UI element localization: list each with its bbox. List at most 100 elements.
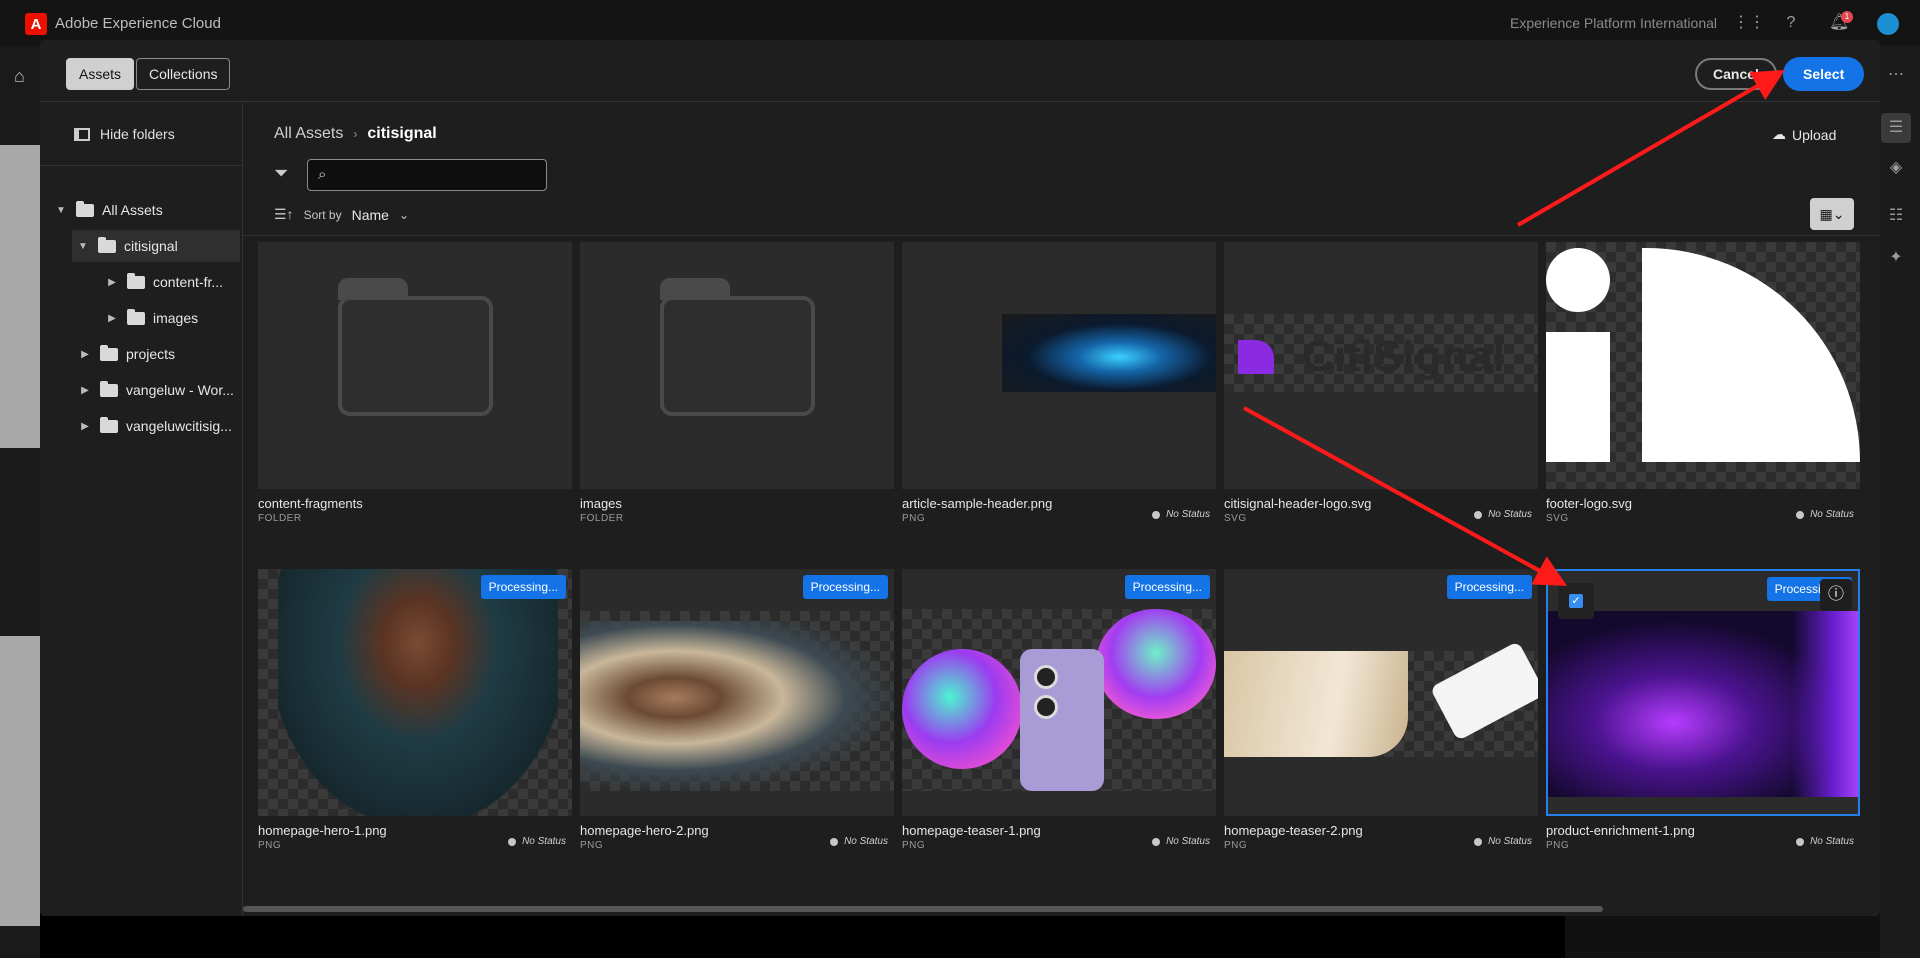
hide-folders-button[interactable]: Hide folders	[74, 126, 175, 142]
image-preview	[278, 569, 558, 816]
tree-item-all-assets[interactable]: ▼ All Assets	[54, 194, 163, 226]
breadcrumb: All Assets › citisignal	[274, 125, 437, 143]
image-preview	[1548, 611, 1858, 797]
asset-thumbnail[interactable]: Processing...	[902, 569, 1216, 816]
sort-direction-icon[interactable]: ☰↑	[274, 206, 294, 223]
upload-button[interactable]: ☁ Upload	[1772, 126, 1836, 143]
image-preview	[580, 611, 894, 791]
org-switcher[interactable]: Experience Platform International	[1510, 15, 1717, 31]
folder-icon	[127, 272, 145, 289]
asset-thumbnail[interactable]: Processing...	[258, 569, 572, 816]
asset-name: article-sample-header.png	[902, 496, 1053, 511]
divider	[243, 235, 1880, 236]
status-dot	[1474, 510, 1483, 519]
grid-view-toggle[interactable]: ▦⌄	[1810, 198, 1854, 230]
checklist-icon[interactable]: ☷	[1881, 201, 1911, 231]
tree-item-label: vangeluwcitisig...	[126, 418, 232, 434]
info-icon[interactable]: ⓘ	[1820, 579, 1852, 611]
tree-item-projects[interactable]: ▶ projects	[78, 338, 175, 370]
status-badge: No Status	[830, 836, 888, 847]
asset-type: SVG	[1224, 513, 1247, 524]
horizontal-scrollbar[interactable]	[243, 906, 1603, 912]
select-button[interactable]: Select	[1783, 57, 1865, 91]
background-panel	[0, 636, 40, 926]
filter-icon[interactable]: ⏷	[274, 163, 288, 184]
folder-icon	[660, 278, 815, 416]
status-dot	[1152, 837, 1161, 846]
status-dot	[1152, 510, 1161, 519]
apps-grid-icon[interactable]: ⋮⋮	[1733, 13, 1765, 33]
selection-checkbox[interactable]: ✓	[1558, 583, 1594, 619]
asset-type: PNG	[258, 840, 282, 851]
chevron-down-icon[interactable]: ⌄	[399, 208, 409, 222]
asset-thumbnail[interactable]: CitiSignal	[1224, 242, 1538, 489]
sort-field-select[interactable]: Name	[352, 207, 389, 223]
adobe-logo-icon[interactable]: A	[25, 13, 47, 35]
cancel-button[interactable]: Cancel	[1695, 58, 1777, 90]
image-preview	[1002, 314, 1216, 392]
processing-badge: Processing...	[1124, 575, 1210, 599]
search-field[interactable]: ⌕	[307, 159, 547, 191]
folder-icon	[98, 236, 116, 253]
magic-wand-icon[interactable]: ✦	[1881, 243, 1911, 273]
image-preview	[1224, 641, 1538, 757]
app-title: Adobe Experience Cloud	[55, 15, 221, 32]
tree-item-label: images	[153, 310, 199, 326]
search-input[interactable]	[342, 164, 538, 186]
home-icon[interactable]: ⌂	[14, 66, 25, 87]
asset-thumbnail[interactable]: Processing...	[1224, 569, 1538, 816]
asset-name: content-fragments	[258, 496, 363, 511]
asset-selector-dialog: Assets Collections Cancel Select Hide fo…	[40, 40, 1880, 916]
folder-icon	[100, 344, 118, 361]
folder-icon	[100, 416, 118, 433]
asset-thumbnail[interactable]	[902, 242, 1216, 489]
tree-item-label: content-fr...	[153, 274, 224, 290]
asset-name: footer-logo.svg	[1546, 496, 1632, 511]
panel-toggle-icon	[74, 127, 90, 141]
chevron-right-icon[interactable]: ▶	[78, 385, 92, 396]
folder-icon	[100, 380, 118, 397]
chevron-right-icon[interactable]: ▶	[78, 349, 92, 360]
breadcrumb-root[interactable]: All Assets	[274, 125, 343, 143]
tree-item-vangeluw-wor[interactable]: ▶ vangeluw - Wor...	[78, 374, 234, 406]
status-dot	[830, 837, 839, 846]
folder-thumbnail[interactable]	[258, 242, 572, 489]
layers-icon[interactable]: ◈	[1881, 153, 1911, 183]
folder-thumbnail[interactable]	[580, 242, 894, 489]
asset-thumbnail[interactable]: Processing...	[580, 569, 894, 816]
status-label: No Status	[1166, 836, 1210, 847]
tree-item-label: citisignal	[124, 238, 178, 254]
sort-by-label: Sort by	[303, 207, 342, 222]
processing-badge: Processing...	[480, 575, 566, 599]
asset-type: FOLDER	[580, 513, 624, 524]
more-icon[interactable]: ⋯	[1881, 60, 1911, 90]
properties-icon[interactable]: ☰	[1881, 113, 1911, 143]
tree-item-citisignal[interactable]: ▼ citisignal	[72, 230, 240, 262]
hide-folders-label: Hide folders	[100, 126, 175, 142]
image-preview: CitiSignal	[1224, 314, 1538, 392]
help-icon[interactable]: ?	[1781, 13, 1801, 33]
search-icon: ⌕	[318, 166, 327, 183]
citisignal-logo-icon	[1238, 340, 1274, 374]
status-badge: No Status	[1152, 509, 1210, 520]
status-badge: No Status	[508, 836, 566, 847]
chevron-right-icon[interactable]: ▶	[105, 313, 119, 324]
asset-name: homepage-hero-2.png	[580, 823, 709, 838]
tab-collections[interactable]: Collections	[136, 58, 231, 90]
tree-item-vangeluwcitisig[interactable]: ▶ vangeluwcitisig...	[78, 410, 232, 442]
tab-assets[interactable]: Assets	[66, 58, 135, 90]
status-label: No Status	[1488, 509, 1532, 520]
asset-thumbnail[interactable]	[1546, 242, 1860, 489]
chevron-right-icon[interactable]: ▶	[105, 277, 119, 288]
tree-item-images[interactable]: ▶ images	[105, 302, 198, 334]
asset-type: PNG	[580, 840, 604, 851]
chevron-down-icon[interactable]: ▼	[54, 205, 68, 216]
chevron-right-icon[interactable]: ▶	[78, 421, 92, 432]
chevron-down-icon[interactable]: ▼	[76, 241, 90, 252]
asset-thumbnail[interactable]: Processing... ✓ ⓘ	[1546, 569, 1860, 816]
status-label: No Status	[1810, 509, 1854, 520]
avatar[interactable]	[1877, 13, 1899, 35]
tree-item-content-fragments[interactable]: ▶ content-fr...	[105, 266, 223, 298]
tree-item-label: projects	[126, 346, 176, 362]
status-label: No Status	[1810, 836, 1854, 847]
